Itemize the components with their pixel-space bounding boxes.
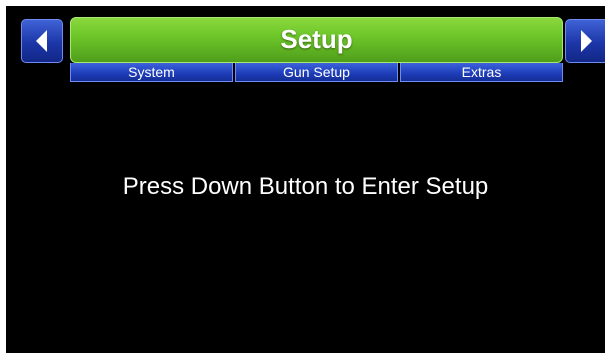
device-screen: Setup System Gun Setup Extras Press Down… (6, 6, 605, 353)
next-page-button[interactable] (565, 19, 605, 63)
title-bar: Setup (70, 17, 563, 63)
instruction-message: Press Down Button to Enter Setup (122, 173, 489, 200)
page-title: Setup (280, 24, 353, 54)
tab-gun-setup[interactable]: Gun Setup (235, 63, 398, 82)
arrow-left-icon (36, 30, 48, 52)
tab-system[interactable]: System (70, 63, 233, 82)
previous-page-button[interactable] (21, 19, 63, 63)
tab-row: System Gun Setup Extras (70, 63, 563, 82)
arrow-right-icon (580, 30, 592, 52)
tab-extras[interactable]: Extras (400, 63, 563, 82)
